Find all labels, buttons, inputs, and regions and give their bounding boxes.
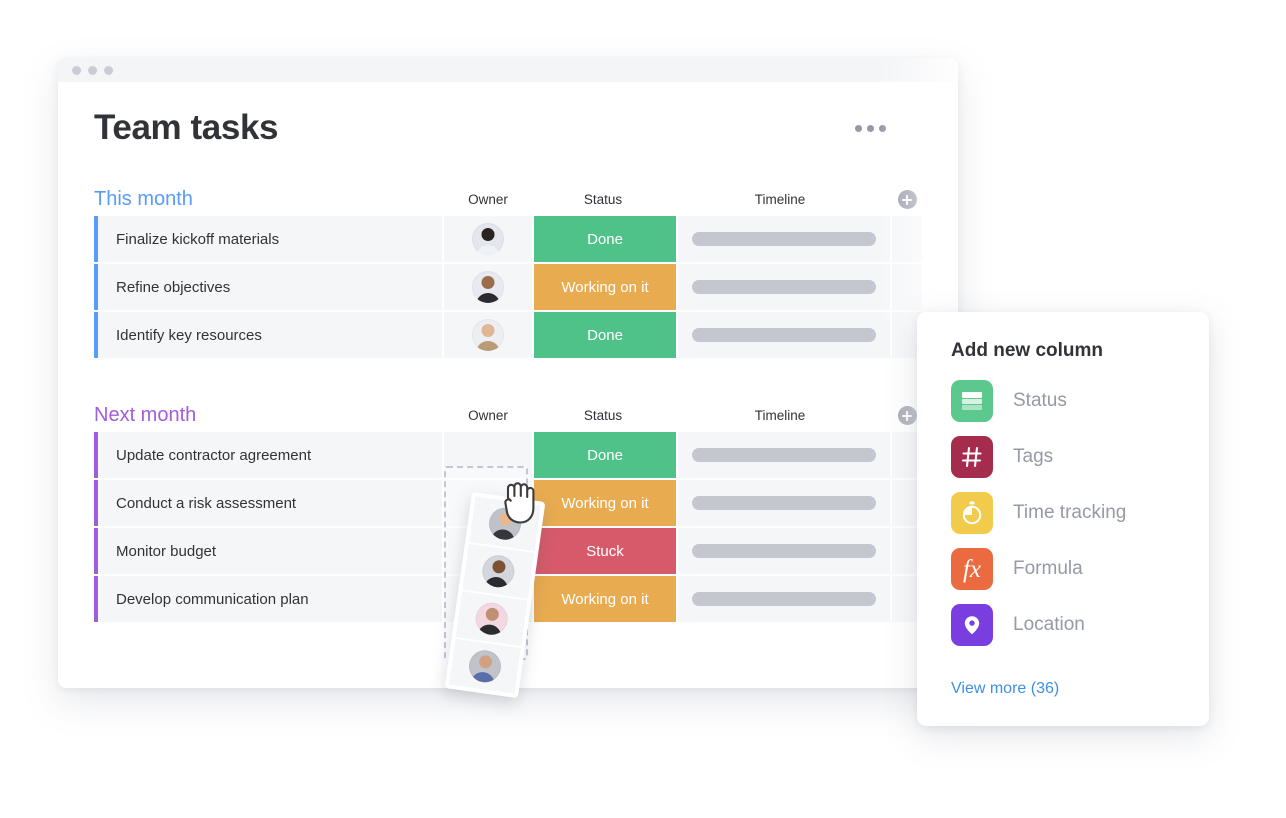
avatar bbox=[467, 648, 503, 684]
table-row[interactable]: Finalize kickoff materials Done bbox=[94, 216, 922, 262]
table-row[interactable]: Refine objectives Working on it bbox=[94, 264, 922, 310]
column-header-owner[interactable]: Owner bbox=[444, 192, 532, 210]
board-header: Team tasks bbox=[94, 108, 922, 148]
status-badge[interactable]: Working on it bbox=[534, 264, 678, 310]
status-badge[interactable]: Working on it bbox=[534, 576, 678, 622]
add-new-column-panel: Add new column Status Tags Time tracking… bbox=[917, 312, 1209, 726]
location-icon bbox=[951, 604, 993, 646]
timeline-bar-track bbox=[692, 280, 876, 294]
window-maximize-dot[interactable] bbox=[104, 66, 113, 75]
page-title: Team tasks bbox=[94, 108, 278, 148]
timeline-cell[interactable] bbox=[678, 528, 892, 574]
group-title-next-month[interactable]: Next month bbox=[94, 405, 444, 426]
avatar bbox=[474, 601, 510, 637]
timeline-cell[interactable] bbox=[678, 312, 892, 358]
avatar bbox=[480, 553, 516, 589]
timeline-cell[interactable] bbox=[678, 432, 892, 478]
table-row[interactable]: Identify key resources Done bbox=[94, 312, 922, 358]
status-badge[interactable]: Done bbox=[534, 312, 678, 358]
column-type-label: Formula bbox=[1013, 558, 1083, 580]
task-name[interactable]: Finalize kickoff materials bbox=[98, 216, 444, 262]
group-title-this-month[interactable]: This month bbox=[94, 189, 444, 210]
kebab-dot-icon bbox=[855, 125, 862, 132]
column-header-timeline[interactable]: Timeline bbox=[674, 192, 886, 210]
column-type-label: Status bbox=[1013, 390, 1067, 412]
view-more-link[interactable]: View more (36) bbox=[951, 680, 1059, 698]
formula-icon: fx bbox=[951, 548, 993, 590]
column-type-tags[interactable]: Tags bbox=[951, 436, 1175, 478]
group-header-row: Next month Owner Status Timeline bbox=[94, 398, 922, 426]
window-titlebar bbox=[58, 58, 958, 82]
kebab-dot-icon bbox=[879, 125, 886, 132]
column-header-status[interactable]: Status bbox=[532, 408, 674, 426]
more-options-button[interactable] bbox=[855, 125, 886, 132]
timeline-cell[interactable] bbox=[678, 576, 892, 622]
task-name[interactable]: Identify key resources bbox=[98, 312, 444, 358]
timeline-bar-track bbox=[692, 232, 876, 246]
column-header-owner[interactable]: Owner bbox=[444, 408, 532, 426]
timeline-bar-track bbox=[692, 544, 876, 558]
timeline-bar-track bbox=[692, 448, 876, 462]
time-tracking-icon bbox=[951, 492, 993, 534]
grabbing-hand-cursor bbox=[498, 478, 542, 530]
add-column-button[interactable] bbox=[898, 406, 917, 425]
empty-cell bbox=[892, 216, 934, 262]
column-header-timeline[interactable]: Timeline bbox=[674, 408, 886, 426]
task-name[interactable]: Monitor budget bbox=[98, 528, 444, 574]
timeline-bar-track bbox=[692, 496, 876, 510]
group-rows: Finalize kickoff materials Done Refine o… bbox=[94, 216, 922, 358]
column-type-label: Tags bbox=[1013, 446, 1053, 468]
status-badge[interactable]: Done bbox=[534, 216, 678, 262]
status-badge[interactable]: Stuck bbox=[534, 528, 678, 574]
kebab-dot-icon bbox=[867, 125, 874, 132]
group-this-month: This month Owner Status Timeline Finaliz… bbox=[94, 182, 922, 358]
avatar bbox=[472, 271, 504, 303]
owner-cell[interactable] bbox=[444, 312, 534, 358]
column-type-location[interactable]: Location bbox=[951, 604, 1175, 646]
empty-cell bbox=[892, 264, 934, 310]
column-type-label: Location bbox=[1013, 614, 1085, 636]
owner-cell[interactable] bbox=[444, 216, 534, 262]
window-close-dot[interactable] bbox=[72, 66, 81, 75]
status-badge[interactable]: Working on it bbox=[534, 480, 678, 526]
add-column-button[interactable] bbox=[898, 190, 917, 209]
task-name[interactable]: Develop communication plan bbox=[98, 576, 444, 622]
column-type-label: Time tracking bbox=[1013, 502, 1126, 524]
task-name[interactable]: Conduct a risk assessment bbox=[98, 480, 444, 526]
timeline-bar-track bbox=[692, 592, 876, 606]
status-icon bbox=[951, 380, 993, 422]
window-minimize-dot[interactable] bbox=[88, 66, 97, 75]
timeline-cell[interactable] bbox=[678, 216, 892, 262]
group-header-row: This month Owner Status Timeline bbox=[94, 182, 922, 210]
column-type-time-tracking[interactable]: Time tracking bbox=[951, 492, 1175, 534]
timeline-cell[interactable] bbox=[678, 480, 892, 526]
column-header-status[interactable]: Status bbox=[532, 192, 674, 210]
task-name[interactable]: Refine objectives bbox=[98, 264, 444, 310]
column-type-formula[interactable]: fx Formula bbox=[951, 548, 1175, 590]
avatar bbox=[472, 223, 504, 255]
add-column-cell bbox=[886, 190, 928, 210]
list-item bbox=[462, 544, 534, 599]
timeline-cell[interactable] bbox=[678, 264, 892, 310]
tags-icon bbox=[951, 436, 993, 478]
task-name[interactable]: Update contractor agreement bbox=[98, 432, 444, 478]
status-badge[interactable]: Done bbox=[534, 432, 678, 478]
timeline-bar-track bbox=[692, 328, 876, 342]
list-item bbox=[456, 591, 528, 646]
list-item bbox=[449, 639, 521, 694]
owner-cell[interactable] bbox=[444, 264, 534, 310]
panel-title: Add new column bbox=[951, 340, 1175, 362]
avatar bbox=[472, 319, 504, 351]
column-type-status[interactable]: Status bbox=[951, 380, 1175, 422]
